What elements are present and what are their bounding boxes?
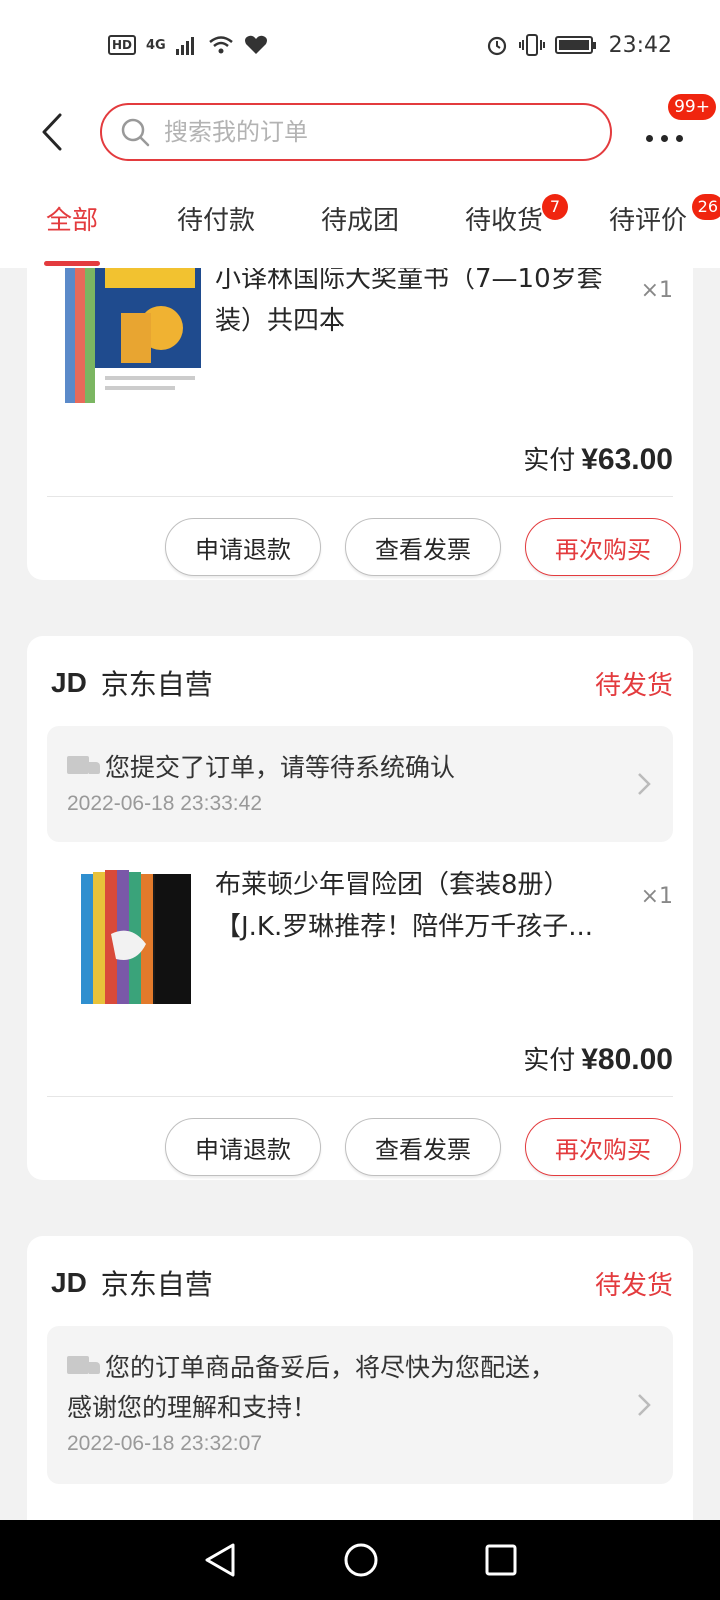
- paid-value: ¥80.00: [581, 1043, 673, 1076]
- back-arrow-icon: [42, 113, 62, 151]
- truck-icon: [67, 1356, 101, 1378]
- tab-label: 待付款: [176, 206, 255, 236]
- order-status: 待发货: [594, 670, 673, 701]
- product-quantity: ×1: [640, 278, 673, 303]
- store-label: 京东自营: [100, 1268, 213, 1301]
- search-box[interactable]: [100, 103, 612, 161]
- product-item[interactable]: 布莱顿少年冒险团（套装8册） 【J.K.罗琳推荐！陪伴万千孩子... ×1: [51, 864, 673, 1034]
- jd-logo: JD: [51, 1267, 87, 1298]
- status-right: 23:42: [485, 33, 672, 58]
- product-title-line1: 小译林国际大奖童书（7—10岁套: [215, 268, 603, 294]
- tab-pending-review[interactable]: 待评价 26: [576, 174, 720, 268]
- tab-pending-payment[interactable]: 待付款: [144, 174, 288, 268]
- buy-again-button[interactable]: 再次购买: [525, 518, 681, 576]
- paid-label: 实付: [523, 446, 576, 476]
- order-tabs: 全部 待付款 待成团 待收货 7 待评价 26: [0, 174, 720, 268]
- tracking-info[interactable]: 您提交了订单，请等待系统确认 2022-06-18 23:33:42: [47, 726, 673, 842]
- tracking-text: 您提交了订单，请等待系统确认: [67, 748, 613, 788]
- search-icon: [121, 118, 150, 147]
- buy-again-button[interactable]: 再次购买: [525, 1118, 681, 1176]
- jd-logo: JD: [51, 667, 87, 698]
- health-heart-icon: [244, 35, 267, 54]
- tab-badge: 26: [691, 194, 720, 220]
- tracking-message-line1: 您的订单商品备妥后，将尽快为您配送，: [105, 1353, 556, 1382]
- more-badge: 99+: [668, 94, 716, 120]
- view-invoice-button[interactable]: 查看发票: [345, 518, 501, 576]
- store-name[interactable]: JD 京东自营: [51, 1263, 213, 1303]
- paid-amount: 实付 ¥80.00: [523, 1040, 673, 1077]
- nav-back-icon[interactable]: [203, 1542, 237, 1578]
- product-title: 小译林国际大奖童书（7—10岁套 装）共四本: [215, 268, 635, 342]
- wifi-icon: [208, 36, 233, 54]
- truck-icon: [67, 756, 101, 778]
- order-card: JD 京东自营 待发货 您提交了订单，请等待系统确认 2022-06-18 23:…: [27, 636, 693, 1180]
- tracking-text: 您的订单商品备妥后，将尽快为您配送， 感谢您的理解和支持！: [67, 1348, 613, 1428]
- tracking-message-line2: 感谢您的理解和支持！: [67, 1393, 318, 1422]
- view-invoice-button[interactable]: 查看发票: [345, 1118, 501, 1176]
- store-label: 京东自营: [100, 668, 213, 701]
- back-button[interactable]: [24, 104, 80, 160]
- network-type-icon: 4G: [146, 37, 166, 53]
- chevron-right-icon: [638, 1394, 651, 1416]
- paid-label: 实付: [523, 1046, 576, 1076]
- vibrate-icon: [518, 34, 545, 56]
- search-input[interactable]: [164, 118, 564, 146]
- order-card: 小译林国际大奖童书（7—10岁套 装）共四本 ×1 实付 ¥63.00 申请退款 …: [27, 268, 693, 580]
- tracking-message: 您提交了订单，请等待系统确认: [105, 753, 456, 782]
- battery-icon: [554, 36, 596, 54]
- tracking-info[interactable]: 您的订单商品备妥后，将尽快为您配送， 感谢您的理解和支持！ 2022-06-18 …: [47, 1326, 673, 1484]
- tab-badge: 7: [542, 194, 568, 220]
- order-actions: 申请退款 查看发票 再次购买: [165, 1118, 681, 1176]
- store-name[interactable]: JD 京东自营: [51, 663, 213, 703]
- alarm-icon: [487, 36, 506, 56]
- refund-button[interactable]: 申请退款: [165, 518, 321, 576]
- tab-pending-receipt[interactable]: 待收货 7: [432, 174, 576, 268]
- tab-label: 待成团: [320, 206, 399, 236]
- product-quantity: ×1: [640, 884, 673, 909]
- product-image: [65, 268, 201, 408]
- nav-home-icon[interactable]: [343, 1542, 379, 1578]
- order-list[interactable]: 小译林国际大奖童书（7—10岁套 装）共四本 ×1 实付 ¥63.00 申请退款 …: [0, 268, 720, 1520]
- store-row: JD 京东自营 待发货: [51, 1262, 673, 1304]
- tracking-time: 2022-06-18 23:32:07: [67, 1432, 262, 1455]
- more-button[interactable]: 99+: [634, 94, 716, 162]
- product-title-line2: 装）共四本: [215, 306, 346, 336]
- nav-recents-icon[interactable]: [485, 1544, 517, 1576]
- product-title-line1: 布莱顿少年冒险团（套装8册）: [215, 870, 570, 900]
- product-title-line2: 【J.K.罗琳推荐！陪伴万千孩子...: [215, 912, 594, 942]
- divider: [47, 1096, 673, 1097]
- header: 99+: [0, 90, 720, 174]
- order-actions: 申请退款 查看发票 再次购买: [165, 518, 681, 576]
- tab-all[interactable]: 全部: [0, 174, 144, 268]
- paid-value: ¥63.00: [581, 443, 673, 476]
- hd-icon: HD: [108, 35, 137, 55]
- tab-label: 全部: [45, 206, 98, 236]
- tab-pending-group[interactable]: 待成团: [288, 174, 432, 268]
- paid-amount: 实付 ¥63.00: [523, 440, 673, 477]
- product-image: [81, 870, 191, 1004]
- tab-label: 待评价: [608, 206, 687, 236]
- order-card: JD 京东自营 待发货 您的订单商品备妥后，将尽快为您配送， 感谢您的理解和支持！ …: [27, 1236, 693, 1520]
- system-nav-bar: [0, 1520, 720, 1600]
- signal-icon: [175, 37, 194, 55]
- chevron-right-icon: [638, 773, 651, 795]
- more-dots-icon: [645, 134, 683, 142]
- divider: [47, 496, 673, 497]
- status-left: HD 4G: [108, 35, 268, 55]
- product-title: 布莱顿少年冒险团（套装8册） 【J.K.罗琳推荐！陪伴万千孩子...: [215, 864, 635, 948]
- order-status: 待发货: [594, 1270, 673, 1301]
- tracking-time: 2022-06-18 23:33:42: [67, 792, 262, 815]
- tab-label: 待收货: [464, 206, 543, 236]
- product-item[interactable]: 小译林国际大奖童书（7—10岁套 装）共四本 ×1: [51, 268, 673, 428]
- clock: 23:42: [608, 32, 672, 58]
- status-bar: HD 4G 23:42: [0, 0, 720, 90]
- store-row: JD 京东自营 待发货: [51, 662, 673, 704]
- refund-button[interactable]: 申请退款: [165, 1118, 321, 1176]
